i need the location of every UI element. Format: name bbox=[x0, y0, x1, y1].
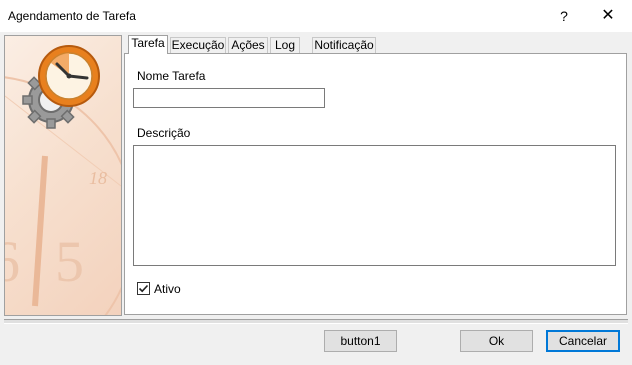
cancel-button[interactable]: Cancelar bbox=[546, 330, 620, 352]
tab-page-tarefa: Nome Tarefa Descrição Ativo bbox=[124, 53, 627, 315]
check-icon bbox=[138, 284, 149, 293]
description-textarea[interactable] bbox=[133, 145, 616, 266]
background-numeral-partial: 6 bbox=[5, 229, 20, 294]
tab-acoes[interactable]: Ações bbox=[228, 37, 268, 53]
footer-separator bbox=[4, 319, 628, 324]
name-input[interactable] bbox=[133, 88, 325, 108]
tab-tarefa[interactable]: Tarefa bbox=[128, 35, 168, 54]
tab-notificacao[interactable]: Notificação bbox=[312, 37, 376, 53]
name-label: Nome Tarefa bbox=[137, 69, 206, 83]
button1[interactable]: button1 bbox=[324, 330, 397, 352]
side-panel-illustration: 18 5 6 bbox=[4, 35, 122, 316]
active-label: Ativo bbox=[154, 282, 181, 296]
help-button[interactable]: ? bbox=[552, 4, 576, 28]
clock-gear-icon bbox=[22, 45, 100, 129]
tab-log[interactable]: Log bbox=[270, 37, 300, 53]
background-numeral-18: 18 bbox=[89, 168, 107, 188]
close-button[interactable]: ✕ bbox=[596, 4, 620, 28]
title-bar: Agendamento de Tarefa ? ✕ bbox=[0, 0, 632, 32]
active-checkbox[interactable] bbox=[137, 282, 150, 295]
ok-button[interactable]: Ok bbox=[460, 330, 533, 352]
background-numeral-5: 5 bbox=[55, 229, 84, 294]
window-title: Agendamento de Tarefa bbox=[8, 9, 136, 23]
description-label: Descrição bbox=[137, 126, 191, 140]
tab-execucao[interactable]: Execução bbox=[170, 37, 226, 53]
